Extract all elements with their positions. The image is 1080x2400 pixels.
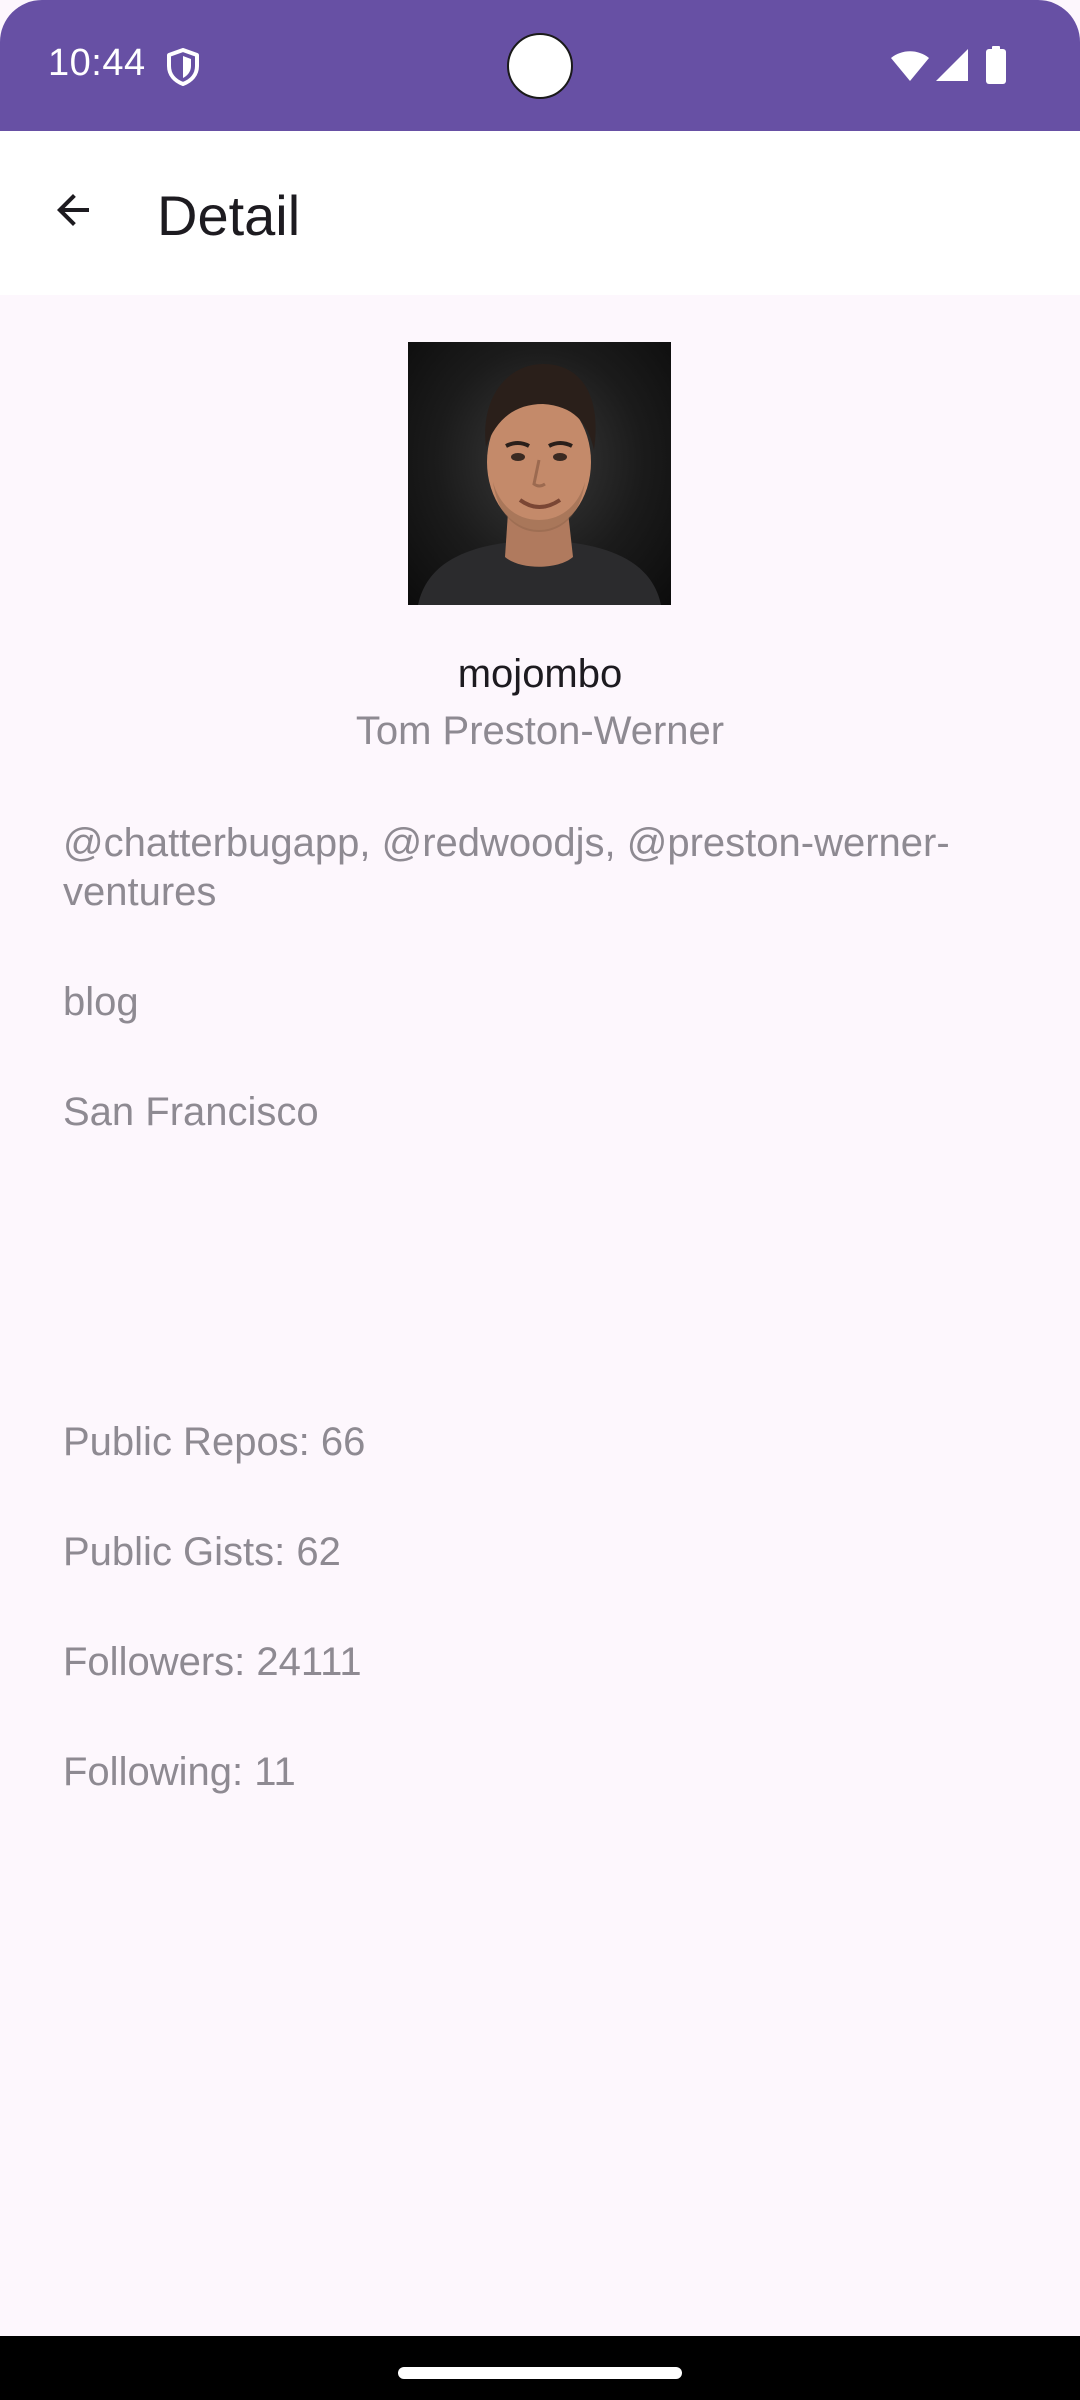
camera-cutout [507, 33, 573, 99]
wifi-icon [891, 51, 929, 81]
full-name: Tom Preston-Werner [355, 709, 725, 753]
company: @chatterbugapp, @redwoodjs, @preston-wer… [63, 821, 950, 914]
location: San Francisco [63, 1090, 319, 1134]
signal-icon [936, 49, 968, 81]
blog-link[interactable]: blog [63, 978, 1003, 1027]
home-indicator[interactable] [398, 2367, 682, 2379]
shield-icon [167, 48, 199, 86]
public-repos-count: Public Repos: 66 [63, 1420, 366, 1464]
following-count: Following: 11 [63, 1750, 296, 1794]
username: mojombo [457, 652, 623, 696]
status-bar: 10:44 [0, 0, 1080, 131]
back-button[interactable] [30, 167, 116, 253]
battery-icon [986, 46, 1006, 84]
top-app-bar: Detail [0, 131, 1080, 295]
public-gists-count: Public Gists: 62 [63, 1530, 341, 1574]
status-time: 10:44 [48, 42, 146, 84]
followers-count: Followers: 24111 [63, 1640, 362, 1684]
avatar-portrait [418, 364, 661, 605]
avatar [408, 342, 671, 605]
arrow-back-icon [57, 194, 89, 226]
page-title: Detail [157, 184, 301, 247]
detail-screen: 10:44 Detail mojombo Tom Preston-Werner … [0, 0, 1080, 2400]
